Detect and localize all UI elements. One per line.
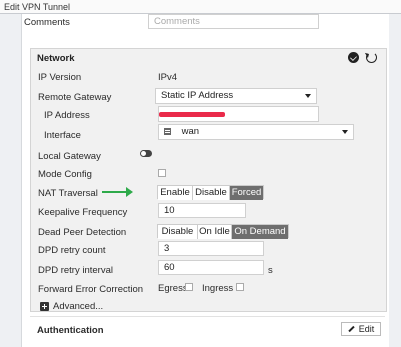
revert-icon[interactable] bbox=[366, 52, 377, 63]
plus-icon[interactable] bbox=[40, 302, 49, 311]
nat-traversal-enable[interactable]: Enable bbox=[158, 186, 193, 200]
chevron-down-icon bbox=[342, 130, 348, 134]
dpd-retry-interval-label: DPD retry interval bbox=[38, 265, 113, 276]
fec-label: Forward Error Correction bbox=[38, 284, 144, 295]
edit-button-label: Edit bbox=[358, 324, 375, 334]
ip-address-label: IP Address bbox=[44, 110, 90, 121]
nat-traversal-segmented: Enable Disable Forced bbox=[157, 185, 264, 200]
dpd-on-idle[interactable]: On Idle bbox=[198, 225, 232, 239]
dpd-label: Dead Peer Detection bbox=[38, 227, 127, 238]
fec-ingress-label: Ingress bbox=[202, 283, 234, 294]
keepalive-label: Keepalive Frequency bbox=[38, 207, 128, 218]
interface-value: wan bbox=[181, 126, 200, 137]
dpd-retry-count-input[interactable]: 3 bbox=[158, 241, 264, 256]
advanced-toggle[interactable]: Advanced... bbox=[53, 301, 103, 312]
fec-egress-label: Egress bbox=[158, 283, 188, 294]
pencil-icon bbox=[348, 325, 355, 333]
remote-gateway-select[interactable]: Static IP Address bbox=[155, 88, 317, 104]
keepalive-input[interactable]: 10 bbox=[158, 203, 246, 218]
nat-traversal-label: NAT Traversal bbox=[38, 188, 98, 199]
local-gateway-toggle[interactable] bbox=[140, 150, 152, 157]
local-gateway-label: Local Gateway bbox=[38, 151, 101, 162]
dpd-on-demand[interactable]: On Demand bbox=[232, 225, 288, 239]
chevron-down-icon bbox=[305, 94, 311, 98]
mode-config-checkbox[interactable] bbox=[158, 169, 166, 177]
annotation-arrow-icon bbox=[102, 191, 128, 193]
remote-gateway-label: Remote Gateway bbox=[38, 92, 112, 103]
window-title: Edit VPN Tunnel bbox=[0, 0, 401, 14]
comments-placeholder: Comments bbox=[154, 16, 200, 27]
comments-field[interactable]: Comments bbox=[148, 14, 319, 29]
interface-icon bbox=[164, 128, 171, 135]
dpd-retry-count-label: DPD retry count bbox=[38, 245, 106, 256]
check-circle-icon[interactable] bbox=[348, 52, 359, 63]
dpd-retry-interval-input[interactable]: 60 bbox=[158, 260, 264, 275]
dpd-disable[interactable]: Disable bbox=[158, 225, 198, 239]
section-divider bbox=[30, 316, 385, 317]
ip-version-value: IPv4 bbox=[158, 72, 178, 83]
mode-config-label: Mode Config bbox=[38, 169, 92, 180]
fec-egress-checkbox[interactable] bbox=[185, 283, 193, 291]
comments-label: Comments bbox=[24, 17, 70, 28]
redaction-mark bbox=[159, 112, 225, 117]
network-section-title: Network bbox=[37, 53, 75, 64]
nat-traversal-disable[interactable]: Disable bbox=[193, 186, 230, 200]
annotation-arrow-head bbox=[126, 187, 133, 197]
interface-label: Interface bbox=[44, 130, 81, 141]
dpd-segmented: Disable On Idle On Demand bbox=[157, 224, 289, 239]
interface-select[interactable]: wan bbox=[158, 124, 354, 140]
nat-traversal-forced[interactable]: Forced bbox=[230, 186, 263, 200]
dpd-retry-interval-unit: s bbox=[268, 265, 273, 276]
fec-ingress-checkbox[interactable] bbox=[236, 283, 244, 291]
remote-gateway-value: Static IP Address bbox=[161, 90, 234, 101]
ip-address-input[interactable] bbox=[158, 106, 319, 122]
authentication-label: Authentication bbox=[37, 325, 104, 336]
ip-version-label: IP Version bbox=[38, 72, 82, 83]
authentication-edit-button[interactable]: Edit bbox=[341, 322, 381, 336]
